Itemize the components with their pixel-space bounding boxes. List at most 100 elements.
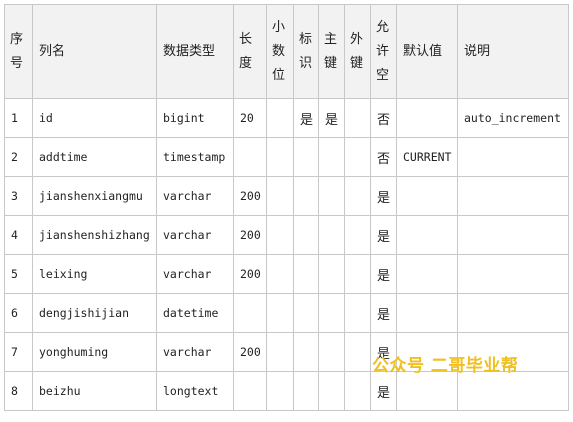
table-cell: timestamp (156, 137, 234, 177)
table-cell (293, 254, 319, 294)
table-cell (293, 215, 319, 255)
table-cell (293, 176, 319, 216)
table-cell: addtime (32, 137, 157, 177)
table-cell (266, 254, 294, 294)
table-cell: 5 (4, 254, 33, 294)
schema-table-container: 序号 列名 数据类型 长度 小数位 标识 主键 外键 允许空 默认值 说明 1i… (4, 4, 569, 411)
table-cell: 否 (370, 98, 397, 138)
table-cell (396, 98, 458, 138)
table-cell (318, 215, 345, 255)
table-cell: 是 (293, 98, 319, 138)
table-cell (344, 371, 371, 411)
table-cell: varchar (156, 215, 234, 255)
header-row: 序号 列名 数据类型 长度 小数位 标识 主键 外键 允许空 默认值 说明 (4, 4, 569, 99)
table-cell (233, 137, 267, 177)
table-cell: longtext (156, 371, 234, 411)
table-cell (266, 371, 294, 411)
table-cell (266, 98, 294, 138)
table-cell: 是 (370, 176, 397, 216)
header-cell: 标识 (293, 4, 319, 99)
table-cell: 2 (4, 137, 33, 177)
table-cell: 否 (370, 137, 397, 177)
table-row: 8 beizhu longtext 是 (4, 371, 569, 411)
table-cell: dengjishijian (32, 293, 157, 333)
table-cell: 200 (233, 254, 267, 294)
table-row: 1 id bigint 20 是是否 auto_increment (4, 98, 569, 138)
table-cell: beizhu (32, 371, 157, 411)
table-cell: 是 (318, 98, 345, 138)
header-cell: 默认值 (396, 4, 458, 99)
table-cell (396, 293, 458, 333)
table-cell: varchar (156, 176, 234, 216)
table-cell: 是 (370, 215, 397, 255)
table-cell: bigint (156, 98, 234, 138)
table-cell (318, 332, 345, 372)
table-cell (293, 371, 319, 411)
table-row: 4 jianshenshizhang varchar 200 是 (4, 215, 569, 255)
header-cell: 列名 (32, 4, 157, 99)
table-cell (344, 215, 371, 255)
table-cell (266, 332, 294, 372)
table-cell (233, 371, 267, 411)
table-cell (396, 371, 458, 411)
table-cell: 200 (233, 332, 267, 372)
table-cell: auto_increment (457, 98, 569, 138)
table-cell: 6 (4, 293, 33, 333)
table-cell (266, 176, 294, 216)
table-cell (344, 137, 371, 177)
header-cell: 说明 (457, 4, 569, 99)
table-cell (344, 176, 371, 216)
table-row: 6 dengjishijian datetime 是 (4, 293, 569, 333)
table-cell: 3 (4, 176, 33, 216)
table-cell (344, 332, 371, 372)
table-cell: jianshenxiangmu (32, 176, 157, 216)
table-cell: 20 (233, 98, 267, 138)
table-cell (266, 215, 294, 255)
table-cell: varchar (156, 254, 234, 294)
header-cell: 长度 (233, 4, 267, 99)
table-cell (233, 293, 267, 333)
schema-table: 序号 列名 数据类型 长度 小数位 标识 主键 外键 允许空 默认值 说明 1i… (4, 4, 569, 411)
header-cell: 允许空 (370, 4, 397, 99)
table-cell: datetime (156, 293, 234, 333)
header-cell: 外键 (344, 4, 371, 99)
table-cell (457, 215, 569, 255)
table-cell (396, 254, 458, 294)
table-cell (318, 137, 345, 177)
table-cell: jianshenshizhang (32, 215, 157, 255)
table-cell: varchar (156, 332, 234, 372)
table-cell (318, 293, 345, 333)
table-cell: 200 (233, 215, 267, 255)
table-cell: id (32, 98, 157, 138)
table-cell: 是 (370, 254, 397, 294)
table-cell: 是 (370, 371, 397, 411)
table-cell (293, 332, 319, 372)
header-cell: 数据类型 (156, 4, 234, 99)
table-cell (266, 293, 294, 333)
table-cell (318, 254, 345, 294)
watermark-text: 公众号 二哥毕业帮 (372, 356, 519, 376)
table-cell: 4 (4, 215, 33, 255)
table-cell (318, 371, 345, 411)
table-cell: 1 (4, 98, 33, 138)
table-cell (457, 293, 569, 333)
table-cell: CURRENT (396, 137, 458, 177)
table-cell (318, 176, 345, 216)
table-cell: leixing (32, 254, 157, 294)
table-row: 3 jianshenxiangmu varchar 200 是 (4, 176, 569, 216)
table-row: 5 leixing varchar 200 是 (4, 254, 569, 294)
table-cell (396, 176, 458, 216)
table-cell: 是 (370, 293, 397, 333)
table-cell: 200 (233, 176, 267, 216)
table-cell (457, 371, 569, 411)
header-cell: 小数位 (266, 4, 294, 99)
table-cell (293, 293, 319, 333)
table-cell (344, 293, 371, 333)
table-cell (344, 98, 371, 138)
table-cell (396, 215, 458, 255)
table-cell (457, 254, 569, 294)
table-cell (293, 137, 319, 177)
table-cell: 8 (4, 371, 33, 411)
table-cell: yonghuming (32, 332, 157, 372)
table-cell (457, 176, 569, 216)
